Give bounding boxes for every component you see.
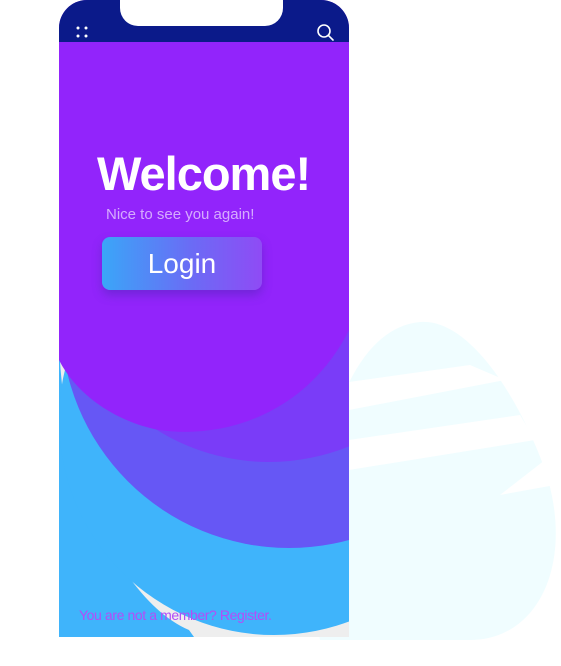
menu-dots-icon[interactable] [74,24,90,40]
status-bar [59,0,349,42]
device-notch [120,0,283,26]
phone-background-art [59,0,349,637]
register-row: You are not a member? Register. [79,607,272,623]
welcome-title: Welcome! [97,147,311,200]
login-button[interactable]: Login [102,237,262,290]
register-link[interactable]: Register. [220,607,272,623]
search-icon[interactable] [315,22,335,42]
register-prompt: You are not a member? [79,607,220,623]
welcome-subtitle: Nice to see you again! [106,206,255,223]
login-screen-stage: Welcome! Nice to see you again! Login Yo… [0,0,561,666]
phone-frame: Welcome! Nice to see you again! Login Yo… [59,0,349,637]
